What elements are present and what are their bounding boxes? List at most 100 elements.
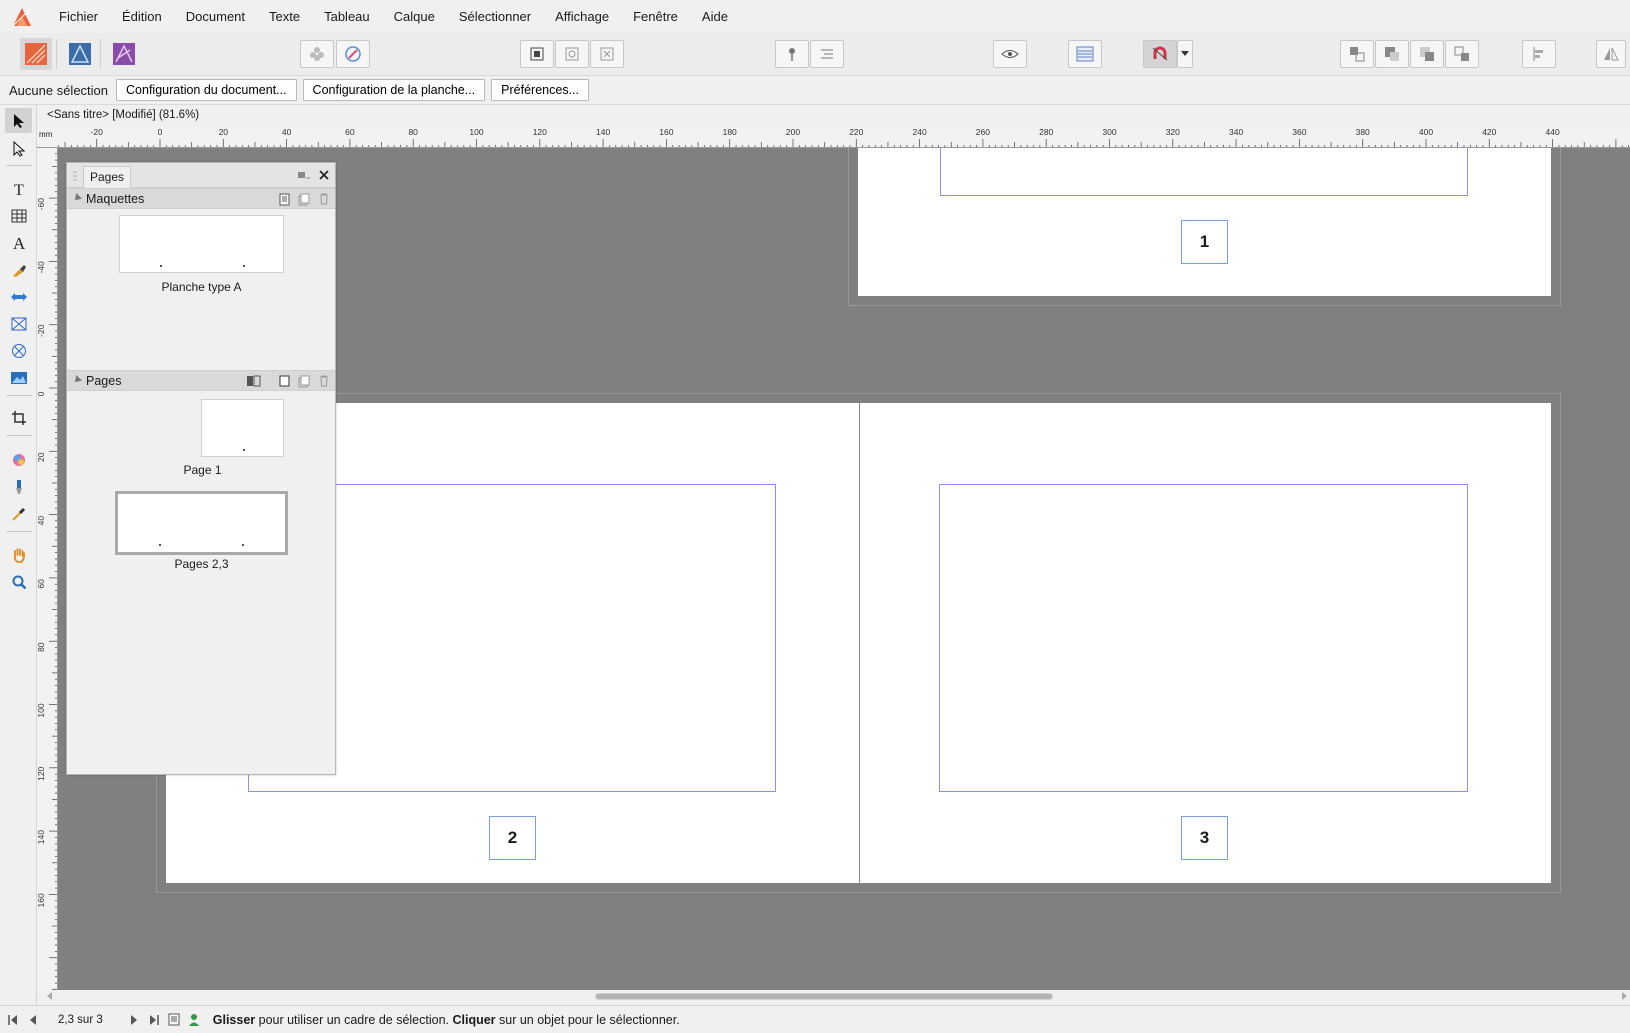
pages-panel-tab[interactable]: Pages xyxy=(83,166,132,188)
duplicate-page-icon[interactable] xyxy=(297,374,311,388)
frame-text-tool-icon[interactable]: T xyxy=(5,176,32,201)
wrap-around-icon[interactable] xyxy=(555,40,589,68)
insert-pages-icon[interactable] xyxy=(247,374,261,388)
menu-fichier[interactable]: Fichier xyxy=(47,0,110,33)
document-tab[interactable]: <Sans titre> [Modifié] (81.6%) xyxy=(37,105,1630,127)
menu-document[interactable]: Document xyxy=(174,0,257,33)
delete-page-trash-icon[interactable] xyxy=(317,374,331,388)
picture-frame[interactable] xyxy=(939,484,1468,792)
move-forward-one-icon[interactable] xyxy=(1410,40,1444,68)
publisher-persona-icon[interactable] xyxy=(20,38,52,70)
picture-frame[interactable] xyxy=(940,148,1468,196)
master-page-icon[interactable] xyxy=(277,192,291,206)
table-tool-icon[interactable] xyxy=(5,203,32,228)
page-number-box[interactable]: 2 xyxy=(489,816,536,860)
align-text-icon[interactable] xyxy=(810,40,844,68)
menu-fenetre[interactable]: Fenêtre xyxy=(621,0,690,33)
move-to-back-icon[interactable] xyxy=(1340,40,1374,68)
move-back-one-icon[interactable] xyxy=(1375,40,1409,68)
document-setup-button[interactable]: Configuration du document... xyxy=(116,79,297,101)
color-picker-tool-icon[interactable] xyxy=(5,501,32,526)
duplicate-master-icon[interactable] xyxy=(297,192,311,206)
master-thumbnail-label: Planche type A xyxy=(161,280,242,294)
snapping-dropdown-chevron-icon[interactable] xyxy=(1177,40,1193,68)
page-number-box[interactable]: 3 xyxy=(1181,816,1228,860)
collapse-triangle-icon[interactable] xyxy=(72,193,82,203)
horizontal-scrollbar-thumb[interactable] xyxy=(595,993,1053,1000)
toolbar-separator xyxy=(100,39,101,69)
move-to-front-icon[interactable] xyxy=(1445,40,1479,68)
ruler-label: 220 xyxy=(849,127,863,137)
photo-persona-icon[interactable] xyxy=(108,38,140,70)
zoom-tool-icon[interactable] xyxy=(5,569,32,594)
picture-frame-rectangle-tool-icon[interactable] xyxy=(5,311,32,336)
fill-tool-icon[interactable] xyxy=(5,447,32,472)
menu-tableau[interactable]: Tableau xyxy=(312,0,382,33)
horizontal-scrollbar[interactable] xyxy=(47,990,1630,1002)
page-number-box[interactable]: 1 xyxy=(1181,220,1228,264)
previous-page-icon[interactable] xyxy=(26,1013,40,1027)
crop-tool-icon[interactable] xyxy=(5,405,32,430)
ruler-label: 360 xyxy=(1292,127,1306,137)
hand-tool-icon[interactable] xyxy=(5,542,32,567)
spread-2-3-thumbnail-selected[interactable] xyxy=(115,491,288,555)
place-image-tool-icon[interactable] xyxy=(5,365,32,390)
align-left-icon[interactable] xyxy=(1522,40,1556,68)
designer-persona-icon[interactable] xyxy=(64,38,96,70)
picture-frame-ellipse-tool-icon[interactable] xyxy=(5,338,32,363)
scroll-right-arrow-icon[interactable] xyxy=(1620,992,1628,1000)
pages-section-header[interactable]: Pages xyxy=(67,370,335,391)
panel-grip-icon[interactable] xyxy=(73,171,77,181)
last-page-icon[interactable] xyxy=(147,1013,161,1027)
text-wrap-icon[interactable] xyxy=(520,40,554,68)
flower-icon[interactable] xyxy=(300,40,334,68)
scroll-left-arrow-icon[interactable] xyxy=(46,992,54,1000)
horizontal-ruler[interactable]: -20 0 20 40 60 80 100 120 140 160 180 200 220 240 260 2… xyxy=(58,127,1630,148)
flip-icon[interactable] xyxy=(1596,40,1626,68)
menu-calque[interactable]: Calque xyxy=(382,0,447,33)
page-1[interactable]: 1 xyxy=(858,148,1551,296)
first-page-icon[interactable] xyxy=(6,1013,20,1027)
next-page-icon[interactable] xyxy=(127,1013,141,1027)
delete-master-trash-icon[interactable] xyxy=(317,192,331,206)
close-icon[interactable] xyxy=(319,170,329,180)
toolbar-separator xyxy=(56,39,57,69)
ruler-label: 0 xyxy=(37,391,46,396)
ruler-label: 300 xyxy=(1102,127,1116,137)
masters-section-header[interactable]: Maquettes xyxy=(67,188,335,209)
preview-mode-icon[interactable] xyxy=(993,40,1027,68)
move-tool-icon[interactable] xyxy=(5,108,32,133)
transparency-tool-icon[interactable] xyxy=(5,284,32,309)
page1-thumbnail[interactable] xyxy=(201,399,284,457)
node-tool-icon[interactable] xyxy=(5,136,32,161)
page-3[interactable]: 3 xyxy=(860,403,1551,883)
add-page-icon[interactable] xyxy=(277,374,291,388)
menu-selectionner[interactable]: Sélectionner xyxy=(447,0,543,33)
menu-affichage[interactable]: Affichage xyxy=(543,0,621,33)
menu-aide[interactable]: Aide xyxy=(690,0,740,33)
tool-separator xyxy=(6,165,32,166)
document-title: <Sans titre> [Modifié] (81.6%) xyxy=(47,109,200,121)
page1-thumbnail-label: Page 1 xyxy=(183,463,222,477)
selection-status-label: Aucune sélection xyxy=(9,82,109,98)
pages-panel-header: Pages xyxy=(67,163,335,188)
panel-menu-icon[interactable] xyxy=(298,170,310,180)
vertical-ruler[interactable]: -60 -40 -20 0 20 40 60 80 100 120 140 160 xyxy=(37,148,58,990)
no-wrap-icon[interactable] xyxy=(590,40,624,68)
spread-setup-button[interactable]: Configuration de la planche... xyxy=(302,79,486,101)
snapping-magnet-icon[interactable] xyxy=(1143,40,1177,68)
artistic-text-tool-icon[interactable]: A xyxy=(5,230,32,255)
menu-texte[interactable]: Texte xyxy=(257,0,312,33)
master-thumbnail[interactable] xyxy=(119,215,284,273)
collapse-triangle-icon[interactable] xyxy=(72,375,82,385)
vector-brush-tool-icon[interactable] xyxy=(5,474,32,499)
pages-section-title: Pages xyxy=(86,374,122,388)
menu-edition[interactable]: Édition xyxy=(110,0,174,33)
baseline-grid-icon[interactable] xyxy=(1068,40,1102,68)
preferences-button[interactable]: Préférences... xyxy=(491,79,589,101)
pin-icon[interactable] xyxy=(775,40,809,68)
user-status-icon xyxy=(187,1013,201,1027)
pen-tool-icon[interactable] xyxy=(5,257,32,282)
link-shapes-icon[interactable] xyxy=(336,40,370,68)
document-pages-icon[interactable] xyxy=(167,1013,181,1027)
